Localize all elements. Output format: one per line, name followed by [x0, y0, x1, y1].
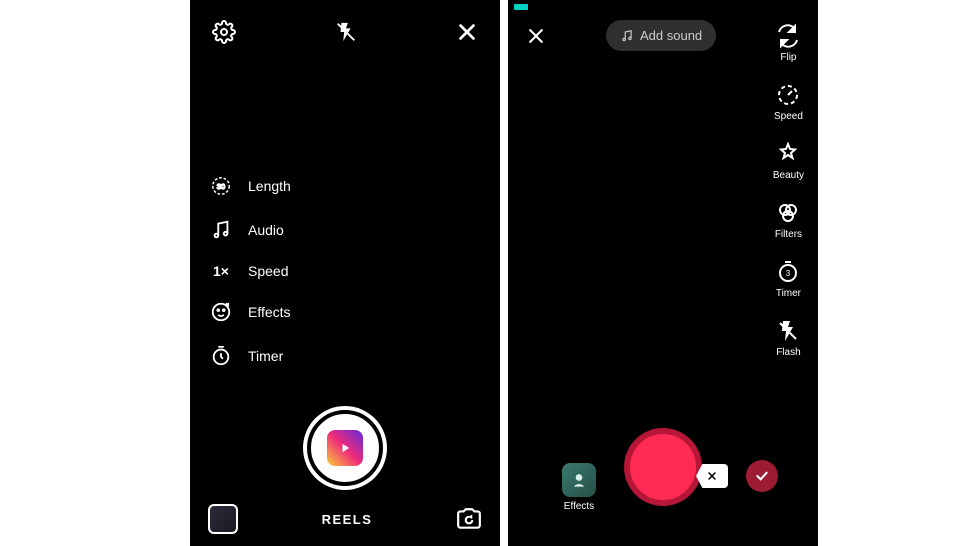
option-speed[interactable]: 1× Speed [210, 263, 291, 279]
option-label: Length [248, 178, 291, 194]
timer-icon [210, 345, 232, 367]
mode-label: REELS [322, 512, 373, 527]
add-sound-label: Add sound [640, 28, 702, 43]
side-label: Filters [775, 229, 802, 240]
record-button[interactable] [624, 428, 702, 506]
close-icon[interactable] [526, 26, 546, 46]
option-timer[interactable]: Timer [210, 345, 291, 367]
reels-icon [327, 430, 363, 466]
option-label: Timer [248, 348, 283, 364]
speed-icon: 1× [210, 263, 232, 279]
record-button[interactable] [307, 410, 383, 486]
audio-icon [210, 219, 232, 241]
settings-icon[interactable] [212, 20, 236, 44]
side-label: Flip [780, 52, 796, 63]
side-label: Speed [774, 111, 803, 122]
side-flip[interactable]: Flip [776, 24, 800, 63]
delete-clip-button[interactable] [696, 464, 728, 488]
side-label: Timer [776, 288, 801, 299]
side-speed[interactable]: Speed [774, 83, 803, 122]
length-icon: 30 [210, 175, 232, 197]
side-label: Flash [776, 347, 800, 358]
option-label: Effects [248, 304, 291, 320]
option-label: Audio [248, 222, 284, 238]
instagram-reels-camera: 30 Length Audio 1× Speed Effects Timer [190, 0, 500, 546]
side-flash[interactable]: Flash [776, 319, 800, 358]
side-beauty[interactable]: Beauty [773, 142, 804, 181]
effects-icon [210, 301, 232, 323]
side-timer[interactable]: 3 Timer [776, 260, 801, 299]
close-icon[interactable] [456, 21, 478, 43]
confirm-button[interactable] [746, 460, 778, 492]
battery-indicator [514, 4, 528, 10]
option-length[interactable]: 30 Length [210, 175, 291, 197]
svg-text:3: 3 [786, 269, 791, 278]
tiktok-camera: Add sound Flip Speed Beauty Filters 3 Ti… [508, 0, 818, 546]
svg-text:30: 30 [217, 182, 225, 191]
camera-flip-icon[interactable] [456, 506, 482, 532]
music-icon [620, 29, 634, 43]
option-effects[interactable]: Effects [210, 301, 291, 323]
option-audio[interactable]: Audio [210, 219, 291, 241]
flash-off-icon[interactable] [335, 21, 357, 43]
gallery-thumbnail[interactable] [208, 504, 238, 534]
side-label: Beauty [773, 170, 804, 181]
add-sound-button[interactable]: Add sound [606, 20, 716, 51]
option-label: Speed [248, 263, 288, 279]
side-filters[interactable]: Filters [775, 201, 802, 240]
